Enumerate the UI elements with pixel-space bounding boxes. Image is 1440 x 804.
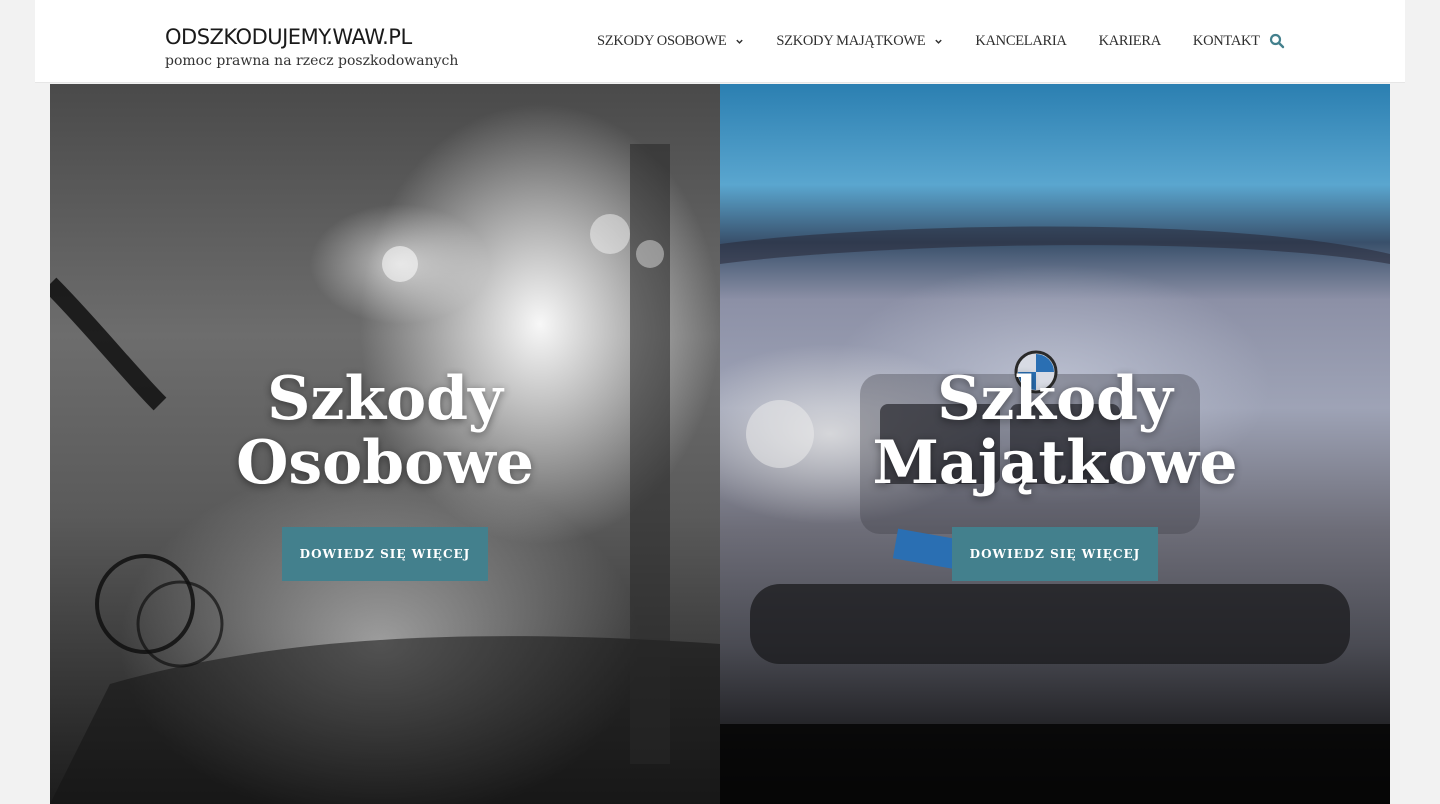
chevron-down-icon (935, 39, 943, 44)
hero-title-line1: Szkody (267, 364, 503, 434)
nav-label: SZKODY OSOBOWE (597, 33, 727, 49)
nav-item-szkody-osobowe[interactable]: SZKODY OSOBOWE (597, 33, 744, 50)
nav-item-kariera[interactable]: KARIERA (1098, 33, 1162, 50)
search-icon[interactable] (1269, 33, 1285, 49)
main-nav: SZKODY OSOBOWE SZKODY MAJĄTKOWE KANCELAR… (597, 0, 1292, 83)
nav-item-kontakt[interactable]: KONTAKT (1193, 33, 1260, 50)
hero-title: Szkody Majątkowe (720, 367, 1390, 495)
site-logo[interactable]: ODSZKODUJEMY.WAW.PL pomoc prawna na rzec… (165, 22, 458, 69)
nav-label: SZKODY MAJĄTKOWE (776, 33, 926, 49)
learn-more-button[interactable]: DOWIEDZ SIĘ WIĘCEJ (952, 527, 1158, 581)
hero-panel-szkody-majatkowe[interactable]: Szkody Majątkowe DOWIEDZ SIĘ WIĘCEJ (720, 84, 1390, 804)
site-header: ODSZKODUJEMY.WAW.PL pomoc prawna na rzec… (35, 0, 1405, 83)
hero-title-line2: Majątkowe (872, 428, 1238, 498)
chevron-down-icon (736, 39, 744, 44)
hero-panel-szkody-osobowe[interactable]: Szkody Osobowe DOWIEDZ SIĘ WIĘCEJ (50, 84, 720, 804)
hero-title-line1: Szkody (937, 364, 1173, 434)
learn-more-button[interactable]: DOWIEDZ SIĘ WIĘCEJ (282, 527, 488, 581)
nav-label: KARIERA (1098, 33, 1162, 49)
hero-title-line2: Osobowe (236, 428, 534, 498)
nav-item-kancelaria[interactable]: KANCELARIA (975, 33, 1067, 50)
logo-tagline: pomoc prawna na rzecz poszkodowanych (165, 53, 459, 69)
nav-label: KONTAKT (1192, 33, 1260, 49)
nav-label: KANCELARIA (975, 33, 1067, 49)
nav-item-szkody-majatkowe[interactable]: SZKODY MAJĄTKOWE (776, 33, 943, 50)
logo-text: ODSZKODUJEMY.WAW.PL (165, 25, 412, 49)
hero-title: Szkody Osobowe (50, 367, 720, 495)
